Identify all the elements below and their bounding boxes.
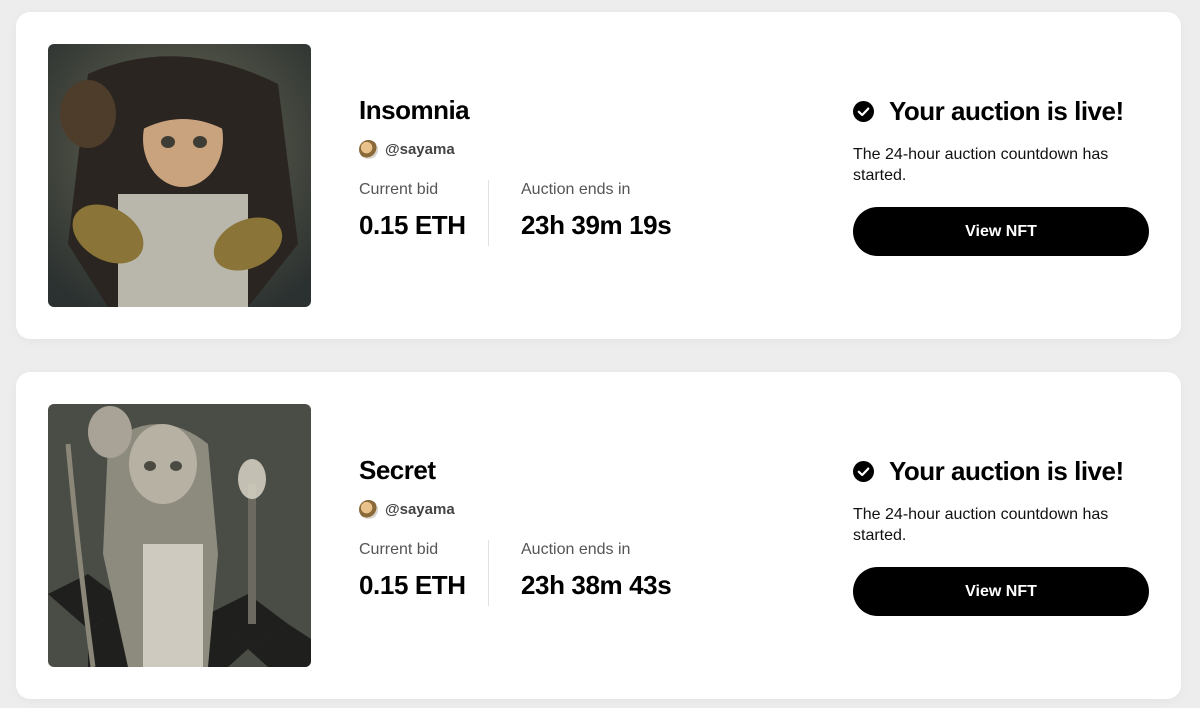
view-nft-button[interactable]: View NFT bbox=[853, 567, 1149, 616]
current-bid-label: Current bid bbox=[359, 541, 439, 558]
creator-handle[interactable]: @sayama bbox=[385, 141, 455, 158]
creator-avatar bbox=[359, 139, 378, 159]
countdown-label: Auction ends in bbox=[521, 181, 631, 198]
nft-title: Insomnia bbox=[359, 95, 470, 125]
auction-status: Your auction is live! The 24-hour auctio… bbox=[853, 94, 1153, 256]
status-header: Your auction is live! bbox=[853, 94, 1153, 128]
countdown-value: 23h 38m 43s bbox=[521, 570, 672, 600]
check-circle-icon bbox=[853, 100, 874, 122]
auction-card: Secret @sayama Current bid 0.15 ETH Auct… bbox=[16, 372, 1181, 699]
nft-artwork-secret[interactable] bbox=[48, 404, 311, 667]
nft-artwork-insomnia[interactable] bbox=[48, 44, 311, 307]
status-header: Your auction is live! bbox=[853, 454, 1153, 488]
status-title: Your auction is live! bbox=[889, 455, 1124, 486]
nft-info: Secret @sayama Current bid 0.15 ETH Auct… bbox=[359, 454, 779, 606]
creator-handle[interactable]: @sayama bbox=[385, 501, 455, 518]
creator[interactable]: @sayama bbox=[359, 497, 779, 521]
countdown-label: Auction ends in bbox=[521, 541, 631, 558]
nft-title: Secret bbox=[359, 455, 436, 485]
current-bid-value: 0.15 ETH bbox=[359, 210, 466, 240]
status-title: Your auction is live! bbox=[889, 95, 1124, 126]
auction-countdown: Auction ends in 23h 39m 19s bbox=[489, 180, 672, 246]
status-description: The 24-hour auction countdown has starte… bbox=[853, 146, 1109, 184]
auction-stats: Current bid 0.15 ETH Auction ends in 23h… bbox=[359, 180, 779, 246]
view-nft-button[interactable]: View NFT bbox=[853, 207, 1149, 256]
auction-stats: Current bid 0.15 ETH Auction ends in 23h… bbox=[359, 540, 779, 606]
current-bid: Current bid 0.15 ETH bbox=[359, 540, 489, 606]
creator[interactable]: @sayama bbox=[359, 137, 779, 161]
current-bid-value: 0.15 ETH bbox=[359, 570, 466, 600]
check-circle-icon bbox=[853, 460, 874, 482]
nft-info: Insomnia @sayama Current bid 0.15 ETH Au… bbox=[359, 94, 779, 246]
countdown-value: 23h 39m 19s bbox=[521, 210, 672, 240]
creator-avatar bbox=[359, 499, 378, 519]
auction-status: Your auction is live! The 24-hour auctio… bbox=[853, 454, 1153, 616]
auction-countdown: Auction ends in 23h 38m 43s bbox=[489, 540, 672, 606]
auction-card: Insomnia @sayama Current bid 0.15 ETH Au… bbox=[16, 12, 1181, 339]
current-bid: Current bid 0.15 ETH bbox=[359, 180, 489, 246]
status-description: The 24-hour auction countdown has starte… bbox=[853, 506, 1109, 544]
current-bid-label: Current bid bbox=[359, 181, 439, 198]
